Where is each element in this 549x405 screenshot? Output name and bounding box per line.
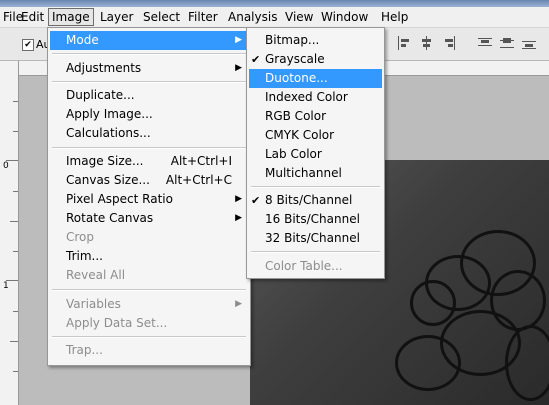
submenu-item-cmyk-color[interactable]: CMYK Color (249, 126, 382, 145)
menu-item-image-size[interactable]: Image Size... Alt+Ctrl+I (50, 152, 248, 171)
menu-layer[interactable]: Layer (97, 9, 136, 25)
auto-select-checkbox[interactable]: ✔ (22, 39, 34, 51)
submenu-item-8-bits[interactable]: ✔ 8 Bits/Channel (249, 191, 382, 210)
vertical-ruler[interactable]: 0 1 (0, 61, 19, 405)
menu-filter[interactable]: Filter (185, 9, 221, 25)
submenu-item-multichannel[interactable]: Multichannel (249, 164, 382, 183)
menu-view[interactable]: View (282, 9, 316, 25)
mode-submenu: Bitmap... ✔ Grayscale Duotone... Indexed … (246, 27, 385, 279)
menu-help[interactable]: Help (378, 9, 411, 25)
menu-item-variables[interactable]: Variables ▶ (50, 295, 248, 314)
menu-item-duplicate[interactable]: Duplicate... (50, 86, 248, 105)
align-horizontal-centers-icon[interactable] (420, 36, 434, 50)
image-menu: Mode ▶ Adjustments ▶ Duplicate... Apply Im… (47, 27, 251, 366)
align-right-edges-icon[interactable] (442, 36, 456, 50)
menu-window[interactable]: Window (318, 9, 371, 25)
submenu-item-color-table[interactable]: Color Table... (249, 257, 382, 276)
submenu-item-32-bits[interactable]: 32 Bits/Channel (249, 229, 382, 248)
menu-item-apply-data-set[interactable]: Apply Data Set... (50, 314, 248, 333)
align-left-edges-icon[interactable] (398, 36, 412, 50)
menu-item-calculations[interactable]: Calculations... (50, 124, 248, 143)
submenu-item-rgb-color[interactable]: RGB Color (249, 107, 382, 126)
checkmark-icon: ✔ (251, 194, 261, 207)
menu-item-crop[interactable]: Crop (50, 228, 248, 247)
window-title-bar (0, 0, 549, 7)
submenu-item-duotone[interactable]: Duotone... (249, 69, 382, 88)
ruler-mark-0: 0 (3, 161, 9, 171)
menu-bar: File Edit Image Layer Select Filter Anal… (0, 7, 549, 28)
distribute-top-icon[interactable] (478, 36, 492, 50)
menu-item-trim[interactable]: Trim... (50, 247, 248, 266)
ruler-mark-1: 1 (3, 281, 9, 291)
menu-item-adjustments[interactable]: Adjustments ▶ (50, 59, 248, 78)
menu-edit[interactable]: Edit (18, 9, 47, 25)
menu-item-reveal-all[interactable]: Reveal All (50, 266, 248, 285)
menu-item-rotate-canvas[interactable]: Rotate Canvas ▶ (50, 209, 248, 228)
submenu-item-lab-color[interactable]: Lab Color (249, 145, 382, 164)
menu-image[interactable]: Image (48, 8, 94, 26)
menu-item-trap[interactable]: Trap... (50, 341, 248, 360)
menu-item-canvas-size[interactable]: Canvas Size... Alt+Ctrl+C (50, 171, 248, 190)
submenu-item-indexed-color[interactable]: Indexed Color (249, 88, 382, 107)
checkmark-icon: ✔ (251, 53, 261, 66)
submenu-item-grayscale[interactable]: ✔ Grayscale (249, 50, 382, 69)
menu-item-mode[interactable]: Mode ▶ (50, 31, 248, 50)
menu-item-apply-image[interactable]: Apply Image... (50, 105, 248, 124)
submenu-item-bitmap[interactable]: Bitmap... (249, 31, 382, 50)
distribute-bottom-icon[interactable] (522, 36, 536, 50)
submenu-item-16-bits[interactable]: 16 Bits/Channel (249, 210, 382, 229)
menu-select[interactable]: Select (140, 9, 183, 25)
distribute-vertical-centers-icon[interactable] (500, 36, 514, 50)
menu-item-pixel-aspect-ratio[interactable]: Pixel Aspect Ratio ▶ (50, 190, 248, 209)
menu-analysis[interactable]: Analysis (225, 9, 280, 25)
